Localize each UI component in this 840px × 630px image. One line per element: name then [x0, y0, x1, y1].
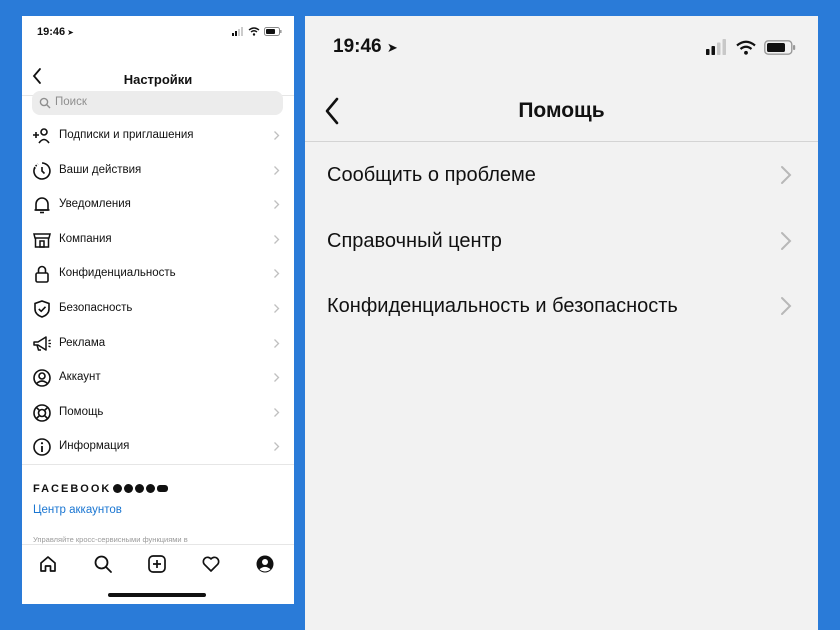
instagram-icon — [135, 484, 144, 493]
signal-icon — [232, 27, 243, 36]
menu-item-help[interactable]: Помощь — [22, 396, 294, 431]
facebook-brand: FACEBOOK — [33, 483, 112, 495]
menu-item-label: Аккаунт — [59, 371, 101, 384]
menu-item-privacy-security[interactable]: Конфиденциальность и безопасность — [305, 274, 818, 340]
menu-item-label: Конфиденциальность и безопасность — [327, 295, 678, 317]
menu-item-your-activity[interactable]: Ваши действия — [22, 154, 294, 189]
menu-item-notifications[interactable]: Уведомления — [22, 188, 294, 223]
location-arrow-icon: ➤ — [67, 28, 74, 37]
new-post-icon[interactable] — [147, 554, 167, 574]
chevron-right-icon — [274, 338, 280, 348]
signal-icon — [706, 39, 726, 55]
menu-item-label: Информация — [59, 440, 130, 453]
menu-item-label: Справочный центр — [327, 229, 502, 252]
chevron-right-icon — [274, 234, 280, 244]
menu-item-business[interactable]: Компания — [22, 223, 294, 258]
chevron-right-icon — [781, 166, 792, 184]
menu-item-label: Конфиденциальность — [59, 267, 176, 280]
menu-item-report-problem[interactable]: Сообщить о проблеме — [305, 143, 818, 209]
bottom-tab-bar — [22, 544, 294, 582]
page-title: Настройки — [123, 72, 193, 87]
search-icon[interactable] — [93, 554, 113, 574]
profile-icon[interactable] — [255, 554, 275, 574]
chevron-right-icon — [274, 200, 280, 210]
accounts-center-description: Управляйте кросс-сервисными функциями в — [33, 535, 188, 544]
chevron-right-icon — [274, 269, 280, 279]
settings-menu: Подписки и приглашения Ваши действия Уве… — [22, 119, 294, 465]
chevron-right-icon — [274, 165, 280, 175]
battery-icon — [264, 27, 282, 36]
search-input[interactable]: Поиск — [32, 91, 283, 115]
chevron-right-icon — [781, 231, 792, 250]
menu-item-follow-invite[interactable]: Подписки и приглашения — [22, 119, 294, 154]
chevron-right-icon — [274, 442, 280, 452]
menu-item-help-center[interactable]: Справочный центр — [305, 209, 818, 275]
page-title: Помощь — [518, 99, 605, 122]
battery-icon — [764, 39, 796, 55]
help-header: Помощь — [305, 86, 818, 142]
search-icon — [39, 97, 51, 109]
wifi-icon — [248, 27, 260, 36]
menu-item-label: Уведомления — [59, 198, 131, 211]
status-bar: 19:46 ➤ — [22, 16, 294, 50]
wifi-icon — [736, 40, 756, 55]
menu-item-label: Сообщить о проблеме — [327, 164, 536, 186]
menu-item-label: Компания — [59, 232, 112, 245]
home-icon[interactable] — [38, 554, 58, 574]
settings-screen: 19:46 ➤ Настройки Поиск Подписки и пригла… — [22, 16, 294, 604]
location-arrow-icon: ➤ — [386, 40, 398, 55]
menu-item-label: Помощь — [59, 405, 104, 418]
search-placeholder: Поиск — [55, 96, 87, 108]
menu-item-security[interactable]: Безопасность — [22, 292, 294, 327]
info-icon — [33, 438, 51, 457]
menu-item-account[interactable]: Аккаунт — [22, 361, 294, 396]
menu-item-label: Подписки и приглашения — [59, 129, 194, 141]
menu-item-privacy[interactable]: Конфиденциальность — [22, 257, 294, 292]
lifebuoy-icon — [33, 403, 51, 422]
facebook-icon — [113, 484, 122, 493]
lock-icon — [35, 266, 49, 284]
add-person-icon — [33, 128, 50, 144]
heart-icon[interactable] — [201, 554, 221, 574]
help-menu: Сообщить о проблеме Справочный центр Кон… — [305, 143, 818, 340]
megaphone-icon — [33, 335, 51, 351]
divider — [22, 464, 294, 465]
help-screen: 19:46 ➤ Помощь Сообщить о проблеме Справ… — [305, 16, 818, 630]
accounts-center-link[interactable]: Центр аккаунтов — [33, 504, 122, 516]
bell-icon — [34, 197, 50, 214]
menu-item-ads[interactable]: Реклама — [22, 327, 294, 362]
messenger-icon — [124, 484, 133, 493]
home-indicator — [108, 593, 206, 597]
chevron-right-icon — [274, 407, 280, 417]
account-circle-icon — [33, 369, 51, 387]
chevron-right-icon — [274, 304, 280, 313]
portal-icon — [157, 485, 168, 492]
shop-icon — [33, 233, 51, 248]
status-time: 19:46 ➤ — [333, 36, 398, 57]
menu-item-label: Ваши действия — [59, 163, 142, 176]
status-time: 19:46 ➤ — [37, 26, 74, 38]
shield-icon — [34, 300, 50, 318]
menu-item-label: Безопасность — [59, 301, 133, 314]
activity-clock-icon — [33, 161, 51, 180]
meta-apps-icons — [113, 484, 168, 493]
menu-item-about[interactable]: Информация — [22, 430, 294, 465]
menu-item-label: Реклама — [59, 336, 106, 349]
whatsapp-icon — [146, 484, 155, 493]
chevron-right-icon — [274, 373, 280, 383]
chevron-right-icon — [781, 297, 792, 315]
chevron-right-icon — [274, 131, 280, 140]
